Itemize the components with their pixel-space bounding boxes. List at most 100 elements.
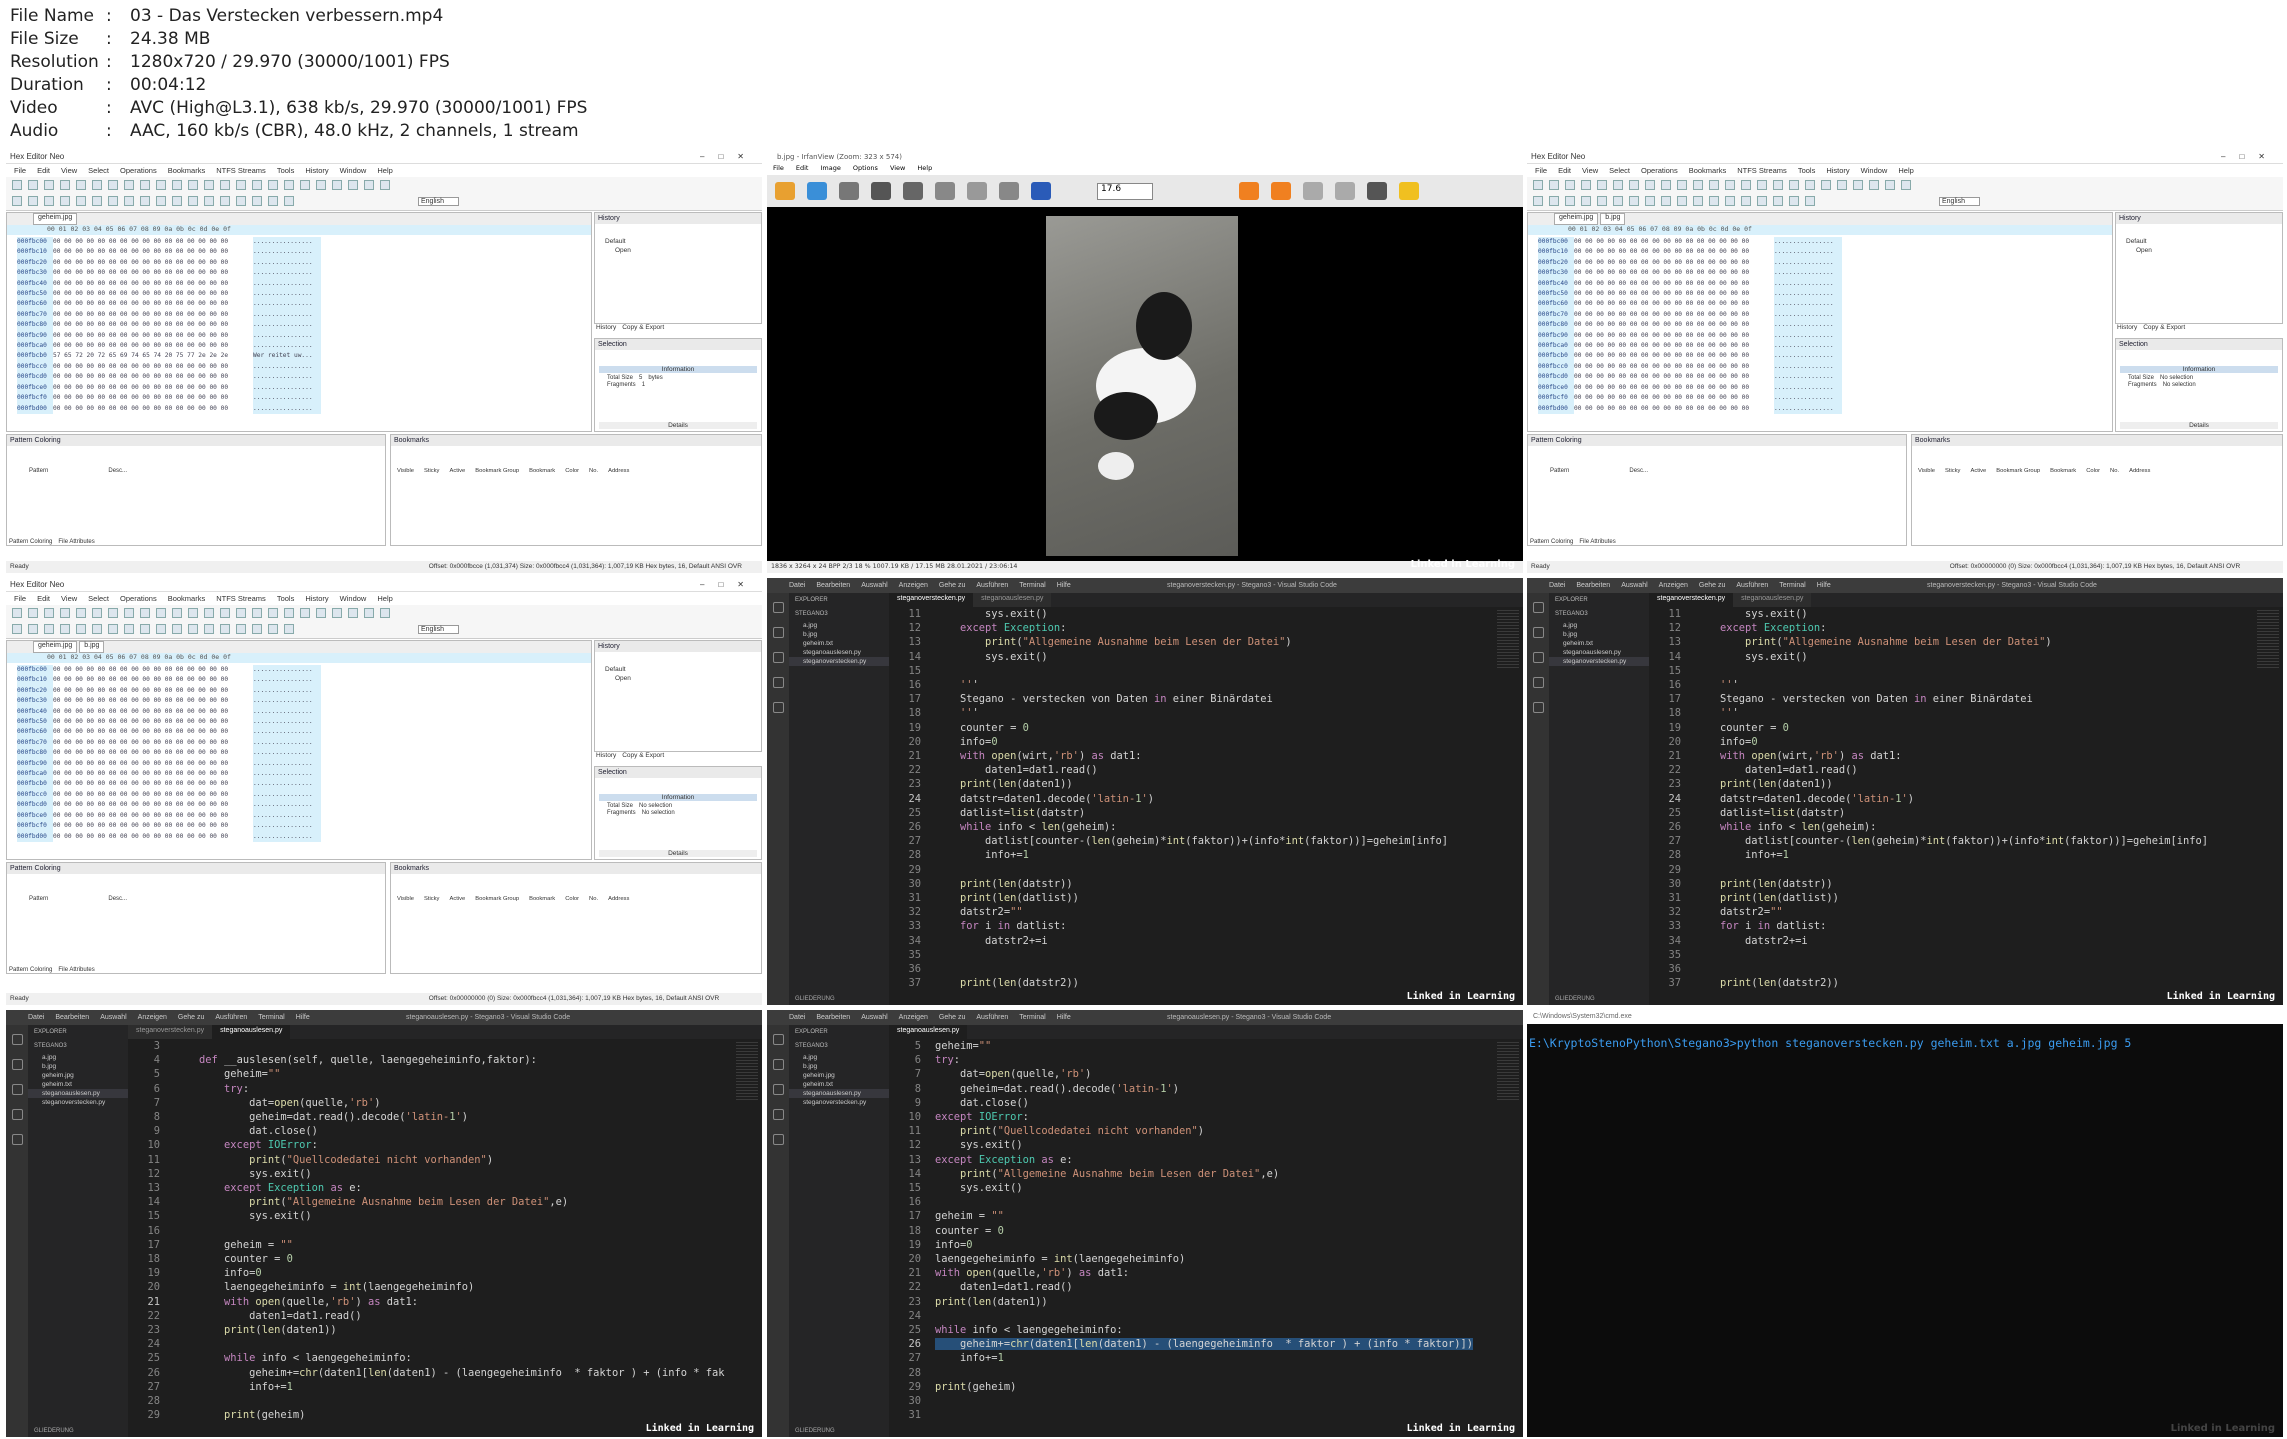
toolbar-button[interactable] [188,608,198,618]
code-editor[interactable]: 11 sys.exit() 12 except Exception: 13 prin… [1649,607,2253,1005]
history-default[interactable]: Default [595,224,761,245]
toolbar-button[interactable] [1805,180,1815,190]
history-open[interactable]: Open [595,245,761,254]
toolbar-button[interactable] [236,180,246,190]
file-item[interactable]: geheim.txt [28,1080,128,1089]
menu-item[interactable]: View [61,594,77,603]
toolbar-button[interactable] [1757,196,1767,206]
nav-button[interactable] [1239,182,1259,200]
toolbar-button[interactable] [92,196,102,206]
menu-item[interactable]: View [61,166,77,175]
toolbar-button[interactable] [1581,180,1591,190]
toolbar-button[interactable] [1597,196,1607,206]
outline-header[interactable]: GLIEDERUNG [1555,996,1595,1002]
toolbar-button[interactable] [124,624,134,634]
toolbar-button[interactable] [252,624,262,634]
editor-tab[interactable]: steganoauslesen.py [1733,593,1812,607]
toolbar-button[interactable] [188,624,198,634]
toolbar-button[interactable] [44,180,54,190]
toolbar-button[interactable] [140,608,150,618]
history-open[interactable]: Open [2116,245,2282,254]
toolbar-button[interactable] [204,180,214,190]
toolbar-button[interactable] [1629,180,1639,190]
source-control-icon[interactable] [772,1084,784,1095]
toolbar-button[interactable] [1757,180,1767,190]
toolbar-button[interactable] [1533,180,1543,190]
toolbar-button[interactable] [775,182,795,200]
toolbar-button[interactable] [172,180,182,190]
file-item[interactable]: geheim.txt [789,639,889,648]
file-item[interactable]: steganoverstecken.py [1549,657,1649,666]
details-header[interactable]: Details [599,850,757,857]
toolbar-button[interactable] [1869,180,1879,190]
menu-item[interactable]: Hilfe [296,1014,310,1021]
toolbar-button[interactable] [380,608,390,618]
run-icon[interactable] [11,1109,23,1120]
menu-item[interactable]: Tools [277,166,295,175]
menu-item[interactable]: Gehe zu [178,1014,204,1021]
command-line[interactable]: E:\KryptoStenoPython\Stegano3>python ste… [1529,1036,2131,1050]
toolbar-button[interactable] [108,196,118,206]
source-control-icon[interactable] [11,1084,23,1095]
tab-pattern-coloring[interactable]: Pattern Coloring [9,539,52,545]
encoding-select[interactable]: English [1939,197,1980,206]
toolbar-button[interactable] [76,180,86,190]
menu-item[interactable]: Datei [1549,582,1565,589]
outline-header[interactable]: GLIEDERUNG [795,996,835,1002]
toolbar-button[interactable] [1645,180,1655,190]
extensions-icon[interactable] [772,702,784,713]
menu-item[interactable]: Datei [789,1014,805,1021]
toolbar-button[interactable] [1661,196,1671,206]
toolbar-button[interactable] [156,180,166,190]
tab-geheim-jpg[interactable]: geheim.jpg [33,213,78,225]
toolbar-button[interactable] [268,180,278,190]
menu-item[interactable]: Gehe zu [939,1014,965,1021]
toolbar-button[interactable] [172,608,182,618]
toolbar-button[interactable] [903,182,923,200]
code-editor[interactable]: 11 sys.exit() 12 except Exception: 13 prin… [889,607,1493,1005]
menu-item[interactable]: Auswahl [1621,582,1647,589]
tab-copy-export[interactable]: Copy & Export [622,324,664,331]
toolbar-button[interactable] [1741,180,1751,190]
toolbar-button[interactable] [44,624,54,634]
toolbar-button[interactable] [1565,196,1575,206]
toolbar-button[interactable] [1837,180,1847,190]
menu-item[interactable]: Anzeigen [899,582,928,589]
toolbar-button[interactable] [156,608,166,618]
file-item[interactable]: b.jpg [28,1062,128,1071]
toolbar-button[interactable] [92,180,102,190]
menu-item[interactable]: Hilfe [1817,582,1831,589]
menu-item[interactable]: File [1535,166,1547,175]
menu-item[interactable]: Help [377,166,392,175]
toolbar-button[interactable] [28,624,38,634]
menu-item[interactable]: Datei [28,1014,44,1021]
folder-name[interactable]: STEGANO3 [789,607,889,621]
toolbar-button[interactable] [124,196,134,206]
file-item[interactable]: a.jpg [789,1053,889,1062]
nav-button[interactable] [1399,182,1419,200]
nav-button[interactable] [1335,182,1355,200]
menu-item[interactable]: Tools [277,594,295,603]
file-item[interactable]: steganoauslesen.py [1549,648,1649,657]
menu-item[interactable]: Bearbeiten [816,582,850,589]
toolbar-button[interactable] [1565,180,1575,190]
file-item[interactable]: a.jpg [1549,621,1649,630]
files-icon[interactable] [11,1034,23,1045]
menu-item[interactable]: Auswahl [100,1014,126,1021]
extensions-icon[interactable] [1532,702,1544,713]
editor-tab[interactable]: steganoverstecken.py [1649,593,1734,607]
file-item[interactable]: steganoauslesen.py [789,1089,889,1098]
toolbar-button[interactable] [1901,180,1911,190]
toolbar-button[interactable] [300,180,310,190]
tab-pattern-coloring[interactable]: Pattern Coloring [9,967,52,973]
toolbar-button[interactable] [1773,180,1783,190]
menu-item[interactable]: Ausführen [976,1014,1008,1021]
toolbar-button[interactable] [252,180,262,190]
toolbar-button[interactable] [332,608,342,618]
toolbar-button[interactable] [1549,196,1559,206]
toolbar-button[interactable] [1645,196,1655,206]
menu-item[interactable]: Select [88,594,109,603]
toolbar-button[interactable] [316,180,326,190]
toolbar-button[interactable] [12,196,22,206]
menu-item[interactable]: Anzeigen [899,1014,928,1021]
